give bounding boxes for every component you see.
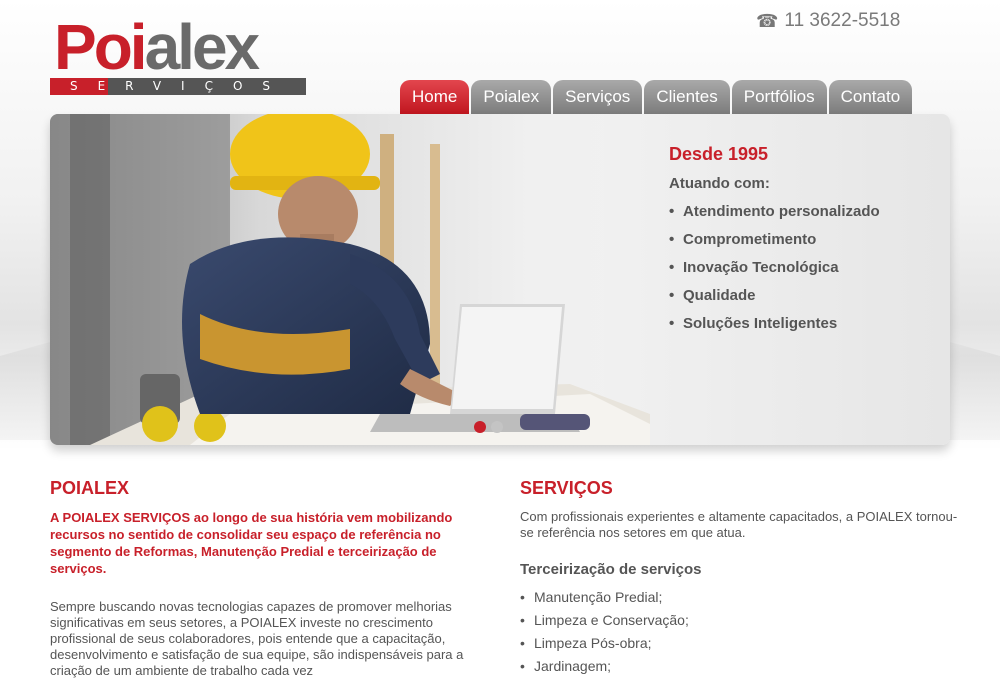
hero-slider: Desde 1995 Atuando com: • Atendimento per… — [50, 114, 950, 445]
services-section: SERVIÇOS Com profissionais experientes e… — [520, 478, 960, 678]
about-body: Sempre buscando novas tecnologias capaze… — [50, 599, 464, 678]
hero-since: Desde 1995 — [669, 144, 769, 164]
hero-acting-label: Atuando com: — [669, 175, 770, 192]
hero-info: Desde 1995 Atuando com: • Atendimento per… — [669, 144, 939, 338]
list-item: • Limpeza e Conservação; — [520, 612, 689, 628]
services-subtitle: Terceirização de serviços — [520, 561, 702, 578]
about-lead: A POIALEX SERVIÇOS ao longo de sua histó… — [50, 510, 453, 576]
phone-icon: ☎ — [756, 10, 779, 31]
nav-tab-contato[interactable]: Contato — [828, 80, 913, 114]
services-list: • Manutenção Predial; • Limpeza e Conserva… — [520, 586, 960, 678]
nav-tab-portfolios[interactable]: Portfólios — [731, 80, 827, 114]
nav-tab-clientes[interactable]: Clientes — [644, 80, 730, 114]
nav-tab-servicos[interactable]: Serviços — [553, 80, 643, 114]
list-item: • Jardinagem; — [520, 658, 612, 674]
hero-photo-worker — [50, 114, 650, 445]
services-title: SERVIÇOS — [520, 478, 613, 498]
logo-tagline: SERVIÇOS — [69, 79, 291, 93]
about-section: POIALEX A POIALEX SERVIÇOS ao longo de s… — [50, 478, 470, 679]
slider-dot-1[interactable] — [474, 421, 486, 433]
list-item: • Qualidade — [669, 287, 756, 304]
services-intro: Com profissionais experientes e altament… — [520, 509, 958, 540]
list-item: • Comprometimento — [669, 231, 817, 248]
phone-number: 11 3622-5518 — [784, 10, 901, 31]
list-item: • Manutenção Predial; — [520, 589, 663, 605]
hero-feature-list: • Atendimento personalizado • Comprometime… — [669, 198, 939, 338]
logo-wordmark-red: Poi — [54, 11, 148, 83]
nav-tab-poialex[interactable]: Poialex — [471, 80, 552, 114]
list-item: • Inovação Tecnológica — [669, 259, 839, 276]
list-item: • Limpeza Pós-obra; — [520, 635, 652, 651]
nav-tab-home[interactable]: Home — [400, 80, 470, 114]
logo[interactable]: Poialex SERVIÇOS — [50, 11, 310, 104]
list-item: • Soluções Inteligentes — [669, 315, 838, 332]
slider-dot-2[interactable] — [491, 421, 503, 433]
logo-wordmark: Poialex — [54, 11, 261, 83]
logo-tagline-bar: SERVIÇOS — [50, 78, 306, 95]
phone-contact: ☎ 11 3622-5518 — [756, 10, 900, 32]
logo-wordmark-grey: alex — [144, 11, 261, 83]
slider-dots — [474, 421, 503, 433]
about-title: POIALEX — [50, 478, 130, 498]
list-item: • Atendimento personalizado — [669, 203, 880, 220]
main-nav: Home Poialex Serviços Clientes Portfólio… — [400, 80, 913, 114]
